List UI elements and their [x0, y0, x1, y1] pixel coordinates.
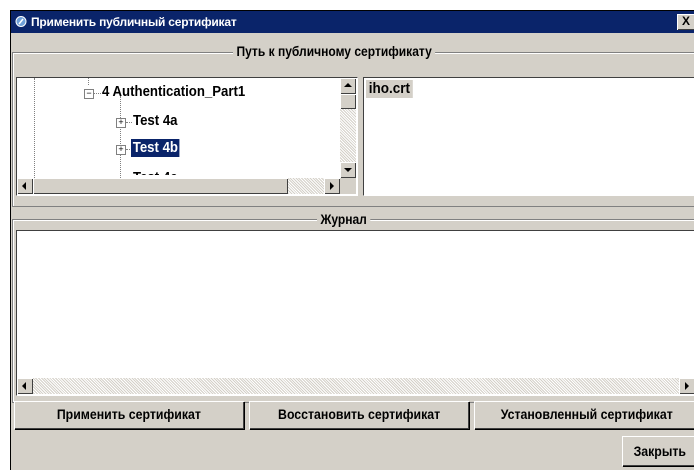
close-icon: X	[681, 14, 690, 28]
tree-node[interactable]: 4 Authentication_Part1	[102, 83, 245, 101]
apply-certificate-dialog: Применить публичный сертификат X Путь к …	[10, 10, 694, 470]
arrow-left-icon	[22, 382, 26, 390]
scroll-up-button[interactable]	[340, 78, 356, 94]
scroll-thumb[interactable]	[340, 94, 356, 109]
folder-tree[interactable]: − 4 Authentication_Part1 + Test 4a + Tes…	[16, 77, 358, 196]
installed-certificate-button[interactable]: Установленный сертификат	[474, 401, 694, 429]
log-horizontal-scrollbar[interactable]	[17, 378, 694, 394]
tree-node-selected[interactable]: Test 4b	[131, 139, 180, 157]
title-bar: Применить публичный сертификат X	[11, 11, 694, 33]
scroll-left-button[interactable]	[17, 378, 33, 394]
arrow-right-icon	[685, 382, 689, 390]
file-list[interactable]: iho.crt	[363, 77, 694, 196]
expand-icon[interactable]: +	[116, 145, 126, 155]
scroll-right-button[interactable]	[324, 178, 340, 194]
window-title: Применить публичный сертификат	[31, 15, 237, 29]
app-icon	[15, 16, 27, 27]
collapse-icon[interactable]: −	[84, 89, 94, 99]
arrow-up-icon	[344, 83, 352, 87]
expand-icon[interactable]: +	[116, 118, 126, 128]
log-area[interactable]	[16, 230, 694, 396]
installed-certificate-label: Установленный сертификат	[500, 406, 673, 422]
arrow-right-icon	[330, 182, 334, 190]
apply-certificate-label: Применить сертификат	[56, 406, 202, 422]
log-group-title: Журнал	[317, 211, 371, 227]
close-window-button[interactable]: X	[677, 14, 694, 30]
tree-node[interactable]: Test 4a	[133, 112, 178, 130]
arrow-down-icon	[344, 168, 352, 172]
scroll-down-button[interactable]	[340, 162, 356, 178]
close-button[interactable]: Закрыть	[622, 436, 694, 466]
apply-certificate-button[interactable]: Применить сертификат	[14, 401, 244, 429]
close-button-label: Закрыть	[633, 443, 686, 459]
scroll-left-button[interactable]	[17, 178, 33, 194]
file-list-item[interactable]: iho.crt	[366, 80, 413, 98]
restore-certificate-button[interactable]: Восстановить сертификат	[249, 401, 469, 429]
restore-certificate-label: Восстановить сертификат	[277, 406, 441, 422]
scroll-thumb[interactable]	[33, 178, 288, 194]
arrow-left-icon	[22, 182, 26, 190]
scroll-right-button[interactable]	[679, 378, 694, 394]
certificate-path-group-title: Путь к публичному сертификату	[233, 43, 436, 59]
